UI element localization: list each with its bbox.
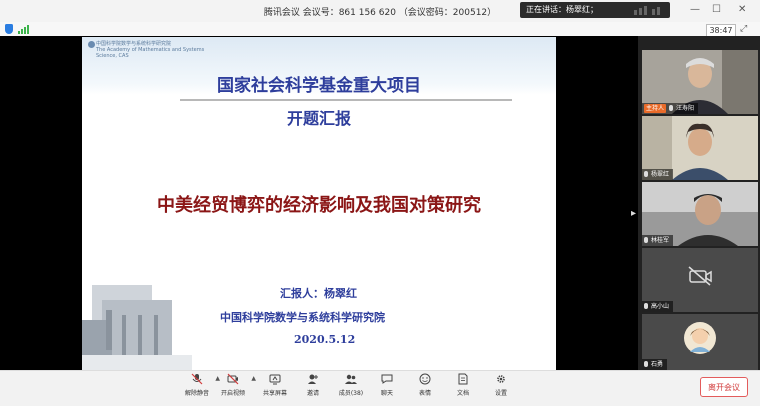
share-screen-icon <box>269 374 281 385</box>
participant-name: 高小山 <box>651 303 670 310</box>
reporter-line: 汇报人：杨翠红 <box>280 287 357 300</box>
chat-button[interactable]: 聊天 <box>370 373 404 397</box>
institute-line: 中国科学院数学与系统科学研究院 <box>220 311 385 324</box>
mic-icon <box>644 237 648 243</box>
settings-button[interactable]: 设置 <box>484 373 518 397</box>
host-badge: 主持人 <box>644 104 667 113</box>
logo-line: Science, CAS <box>96 53 129 59</box>
document-icon <box>458 373 468 385</box>
date-line: 2020.5.12 <box>294 333 356 346</box>
slide-title: 中美经贸博弈的经济影响及我国对策研究 <box>157 195 481 216</box>
speaking-text: 正在讲话：杨翠红； <box>526 5 598 14</box>
avatar <box>684 322 716 354</box>
participant-label: 主持人 汪寿阳 <box>642 103 699 114</box>
slide-subheading: 开题汇报 <box>286 109 351 128</box>
slide-heading: 国家社会科学基金重大项目 <box>217 76 421 96</box>
participant-tile[interactable]: 高小山 <box>642 248 758 312</box>
reactions-button[interactable]: 表情 <box>408 373 442 397</box>
presentation-slide: 中国科学院数学与系统科学研究院 The Academy of Mathemati… <box>82 37 556 370</box>
reactions-label: 表情 <box>418 390 431 397</box>
participant-label: 林桂军 <box>642 235 674 246</box>
status-bar <box>0 22 760 36</box>
emoji-icon <box>419 373 431 385</box>
mic-icon <box>669 105 674 111</box>
title-bar: 腾讯会议 会议号：861 156 620 （会议密码：200512） 正在讲话：… <box>0 0 760 23</box>
collapse-panel-icon[interactable]: ▸ <box>631 208 636 219</box>
start-video-button[interactable]: 开启视频 ▲ <box>216 373 256 397</box>
start-video-label: 开启视频 <box>220 390 245 397</box>
participant-tile[interactable]: 主持人 汪寿阳 <box>642 50 758 114</box>
chat-label: 聊天 <box>380 390 393 397</box>
mic-icon <box>644 361 648 367</box>
shield-icon[interactable] <box>5 24 13 34</box>
chevron-up-icon[interactable]: ▲ <box>251 375 256 382</box>
gear-icon <box>497 375 505 383</box>
mic-icon <box>644 303 648 309</box>
unmute-label: 解除静音 <box>184 390 209 397</box>
camera-off-icon <box>227 373 239 385</box>
documents-button[interactable]: 文档 <box>446 373 480 397</box>
institute-logo-icon <box>88 41 95 48</box>
participant-tile[interactable]: 杨翠红 <box>642 116 758 180</box>
maximize-icon[interactable]: ☐ <box>712 4 721 15</box>
participant-name: 杨翠红 <box>651 171 670 178</box>
share-screen-button[interactable]: 共享屏幕 <box>258 373 292 397</box>
participant-label: 石勇 <box>642 359 668 370</box>
institute-logo-text: 中国科学院数学与系统科学研究院 The Academy of Mathemati… <box>96 41 204 59</box>
invite-button[interactable]: 邀请 <box>296 373 330 397</box>
participant-label: 杨翠红 <box>642 169 674 180</box>
members-icon <box>345 374 357 384</box>
fullscreen-icon[interactable]: ⤢ <box>740 24 752 35</box>
share-screen-label: 共享屏幕 <box>262 390 287 397</box>
members-button[interactable]: 成员(38) <box>334 373 368 397</box>
participant-name: 林桂军 <box>651 237 670 244</box>
building-illustration <box>82 265 192 370</box>
documents-label: 文档 <box>456 390 469 397</box>
unmute-button[interactable]: 解除静音 ▲ <box>180 373 220 397</box>
camera-off-icon <box>688 266 712 286</box>
mic-icon <box>644 171 648 177</box>
participant-name: 汪寿阳 <box>676 105 695 112</box>
audio-level-icon <box>634 6 660 15</box>
minimize-icon[interactable]: — <box>690 4 700 15</box>
mic-muted-icon <box>191 373 203 385</box>
settings-label: 设置 <box>494 390 507 397</box>
slide-divider <box>180 99 512 101</box>
close-icon[interactable]: ✕ <box>738 4 746 15</box>
add-person-icon <box>308 374 318 384</box>
leave-meeting-button[interactable]: 离开会议 <box>700 377 748 397</box>
speaking-indicator: 正在讲话：杨翠红； <box>520 2 670 18</box>
participant-label: 高小山 <box>642 301 674 312</box>
invite-label: 邀请 <box>306 390 319 397</box>
participant-tile[interactable]: 石勇 <box>642 314 758 370</box>
chat-icon <box>381 374 393 384</box>
members-label: 成员(38) <box>338 390 364 397</box>
participant-tile[interactable]: 林桂军 <box>642 182 758 246</box>
participant-name: 石勇 <box>651 361 664 368</box>
signal-icon <box>18 25 29 34</box>
